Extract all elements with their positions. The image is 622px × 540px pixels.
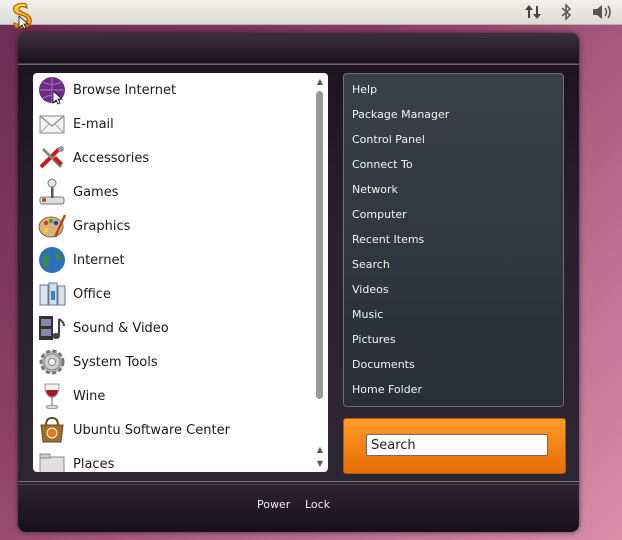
app-item-label: Office xyxy=(73,286,111,302)
wine-glass-icon xyxy=(37,381,67,411)
app-item-wine[interactable]: Wine xyxy=(33,379,328,413)
volume-icon[interactable] xyxy=(590,2,614,22)
app-item-label: Accessories xyxy=(73,150,150,166)
app-item-office[interactable]: Office xyxy=(33,277,328,311)
menu-footer: Power Lock xyxy=(18,481,579,532)
palette-icon xyxy=(37,211,67,241)
menu-header xyxy=(18,33,579,65)
scroll-thumb[interactable] xyxy=(316,91,323,399)
place-item-computer[interactable]: Computer xyxy=(344,202,563,227)
app-item-accessories[interactable]: Accessories xyxy=(33,141,328,175)
search-input[interactable] xyxy=(366,434,548,456)
menu-launcher-icon[interactable] xyxy=(6,0,36,30)
app-item-label: E-mail xyxy=(73,116,114,132)
places-panel: Help Package Manager Control Panel Conne… xyxy=(343,73,564,407)
app-item-label: Sound & Video xyxy=(73,320,169,336)
place-item-connect-to[interactable]: Connect To xyxy=(344,152,563,177)
place-item-music[interactable]: Music xyxy=(344,302,563,327)
app-item-label: Wine xyxy=(73,388,106,404)
place-item-home-folder[interactable]: Home Folder xyxy=(344,377,563,402)
app-item-email[interactable]: E-mail xyxy=(33,107,328,141)
network-updown-icon[interactable] xyxy=(523,2,543,22)
top-panel xyxy=(0,0,622,30)
place-item-documents[interactable]: Documents xyxy=(344,352,563,377)
place-item-package-manager[interactable]: Package Manager xyxy=(344,102,563,127)
globe-purple-icon xyxy=(37,75,67,105)
place-item-videos[interactable]: Videos xyxy=(344,277,563,302)
app-item-ubuntu-software-center[interactable]: Ubuntu Software Center xyxy=(33,413,328,447)
app-item-label: Ubuntu Software Center xyxy=(73,422,230,438)
scroll-up-icon[interactable]: ▲ xyxy=(315,77,325,87)
app-list-scrollbar[interactable]: ▲ ▲ ▼ xyxy=(315,77,325,469)
software-center-icon xyxy=(37,415,67,445)
office-icon xyxy=(37,279,67,309)
app-item-browse-internet[interactable]: Browse Internet xyxy=(33,73,328,107)
app-item-label: Games xyxy=(73,184,119,200)
application-menu-window: Browse Internet E-mail Accessories Games… xyxy=(18,33,579,532)
place-item-search[interactable]: Search xyxy=(344,252,563,277)
app-item-label: Graphics xyxy=(73,218,131,234)
globe-blue-icon xyxy=(37,245,67,275)
place-item-control-panel[interactable]: Control Panel xyxy=(344,127,563,152)
app-item-places[interactable]: Places xyxy=(33,447,328,472)
power-button[interactable]: Power xyxy=(257,498,290,511)
gear-icon xyxy=(37,347,67,377)
app-item-label: Browse Internet xyxy=(73,82,177,98)
app-item-internet[interactable]: Internet xyxy=(33,243,328,277)
place-item-pictures[interactable]: Pictures xyxy=(344,327,563,352)
app-category-list: Browse Internet E-mail Accessories Games… xyxy=(33,73,328,472)
app-item-sound-video[interactable]: Sound & Video xyxy=(33,311,328,345)
bluetooth-icon[interactable] xyxy=(558,2,574,22)
app-item-system-tools[interactable]: System Tools xyxy=(33,345,328,379)
joystick-icon xyxy=(37,177,67,207)
app-item-label: Internet xyxy=(73,252,125,268)
envelope-icon xyxy=(37,109,67,139)
app-item-games[interactable]: Games xyxy=(33,175,328,209)
place-item-recent-items[interactable]: Recent Items xyxy=(344,227,563,252)
scroll-up-icon-lower[interactable]: ▲ xyxy=(315,445,325,455)
places-icon xyxy=(37,449,67,472)
search-container xyxy=(343,418,566,474)
place-item-help[interactable]: Help xyxy=(344,77,563,102)
film-music-icon xyxy=(37,313,67,343)
accessories-tools-icon xyxy=(37,143,67,173)
lock-button[interactable]: Lock xyxy=(305,498,330,511)
app-item-label: Places xyxy=(73,456,115,472)
app-item-graphics[interactable]: Graphics xyxy=(33,209,328,243)
app-item-label: System Tools xyxy=(73,354,158,370)
place-item-network[interactable]: Network xyxy=(344,177,563,202)
scroll-down-icon[interactable]: ▼ xyxy=(315,459,325,469)
